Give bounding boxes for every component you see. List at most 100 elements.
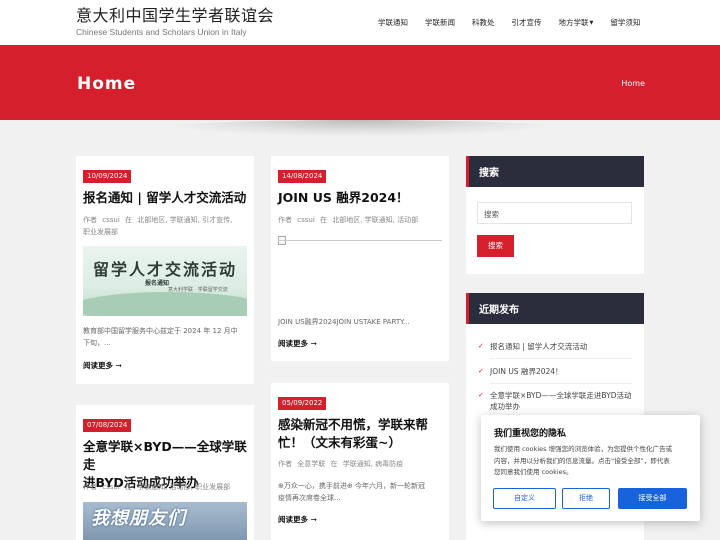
recent-post-label: 报名通知 | 留学人才交流活动 <box>490 342 588 351</box>
nav-item-local[interactable]: 地方学联▼ <box>559 17 594 28</box>
thumb-hill <box>83 292 247 316</box>
check-icon: ✓ <box>478 367 484 375</box>
post-date-badge: 07/08/2024 <box>83 419 132 432</box>
post-title[interactable]: 报名通知 | 留学人才交流活动 <box>83 189 253 207</box>
widget-heading: 搜索 <box>466 156 644 187</box>
read-more-link[interactable]: 阅读更多 ➞ <box>83 360 122 371</box>
check-icon: ✓ <box>478 391 484 399</box>
site-subtitle: Chinese Students and Scholars Union in I… <box>76 27 247 37</box>
read-more-label: 阅读更多 <box>278 515 308 524</box>
post-excerpt: 教育部中国留学服务中心兹定于 2024 年 12 月中 下旬，... <box>83 325 251 349</box>
post-date-badge: 14/08/2024 <box>278 170 327 183</box>
search-widget: 搜索 搜索 搜索 <box>466 156 644 274</box>
page-title: Home <box>77 74 137 94</box>
site-header: 意大利中国学生学者联谊会 Chinese Students and Schola… <box>0 0 720 45</box>
widget-heading-label: 搜索 <box>479 168 499 179</box>
meta-author-label: 作者 <box>83 216 97 224</box>
post-card-1: 10/09/2024 报名通知 | 留学人才交流活动 作者 cssui 在 北部… <box>76 156 254 384</box>
meta-in-label: 在 <box>320 216 327 224</box>
thumb-title: 留学人才交流活动 <box>93 260 238 279</box>
excerpt-line-1: ⊕万众一心，携手前进⊕ 今年六月，新一轮新冠 <box>278 482 425 490</box>
read-more-label: 阅读更多 <box>278 339 308 348</box>
site-brand[interactable]: 意大利中国学生学者联谊会 Chinese Students and Schola… <box>76 6 274 37</box>
cookie-consent-dialog: 我们重视您的隐私 我们使用 cookies 增强您的浏览体验，为您提供个性化广告… <box>481 415 700 521</box>
nav-item-study[interactable]: 留学须知 <box>610 17 640 28</box>
post-meta: 作者 cssui 在 学联通知, 活动部, 职业发展部 <box>83 481 251 493</box>
meta-author[interactable]: cssui <box>102 216 120 224</box>
widget-heading-label: 近期发布 <box>479 305 519 316</box>
caret-down-icon: ▼ <box>589 20 594 26</box>
meta-categories[interactable]: 北部地区, 学联通知, 引才宣传, <box>137 216 232 224</box>
cookie-text-line-3: 您同意我们使用 cookies。 <box>494 468 573 476</box>
meta-author-label: 作者 <box>278 460 292 468</box>
main-nav: 学联通知 学联新闻 科教处 引才宣传 地方学联▼ 留学须知 <box>378 17 657 28</box>
meta-categories[interactable]: 学联通知, 病毒防疫 <box>343 460 403 468</box>
post-card-4: 05/09/2022 感染新冠不用慌，学联来帮 忙！（文末有彩蛋~） 作者 全意… <box>271 383 449 540</box>
cookie-customize-button[interactable]: 自定义 <box>493 488 556 509</box>
meta-in-label: 在 <box>330 460 338 468</box>
post-card-2: 14/08/2024 JOIN US 融界2024！ 作者 cssui 在 北部… <box>271 156 449 361</box>
thumb-title: 我想朋友们 <box>91 508 186 529</box>
cookie-text-line-2: 内容，并用以分析我们的信息流量。点击“接受全部”，即代表 <box>494 456 670 465</box>
post-card-3: 07/08/2024 全意学联×BYD——全球学联走 进BYD活动成功举办 作者… <box>76 405 254 540</box>
arrow-right-icon: ➞ <box>310 339 317 348</box>
nav-item-talent[interactable]: 引才宣传 <box>512 17 542 28</box>
post-meta: 作者 cssui 在 北部地区, 学联通知, 引才宣传, 职业发展部 <box>83 214 251 238</box>
nav-item-education[interactable]: 科教处 <box>472 17 495 28</box>
meta-author[interactable]: 全意学联 <box>297 460 325 468</box>
meta-author[interactable]: cssui <box>102 483 120 491</box>
widget-heading: 近期发布 <box>466 293 644 324</box>
page-hero: Home Home <box>0 45 720 120</box>
meta-categories-cont[interactable]: 职业发展部 <box>83 228 118 236</box>
post-meta: 作者 全意学联 在 学联通知, 病毒防疫 <box>278 458 446 470</box>
post-title-line-2: 忙！（文末有彩蛋~） <box>278 435 401 450</box>
read-more-label: 阅读更多 <box>83 361 113 370</box>
meta-author[interactable]: cssui <box>297 216 315 224</box>
arrow-right-icon: ➞ <box>310 515 317 524</box>
post-thumbnail[interactable]: 我想朋友们 <box>83 502 247 540</box>
post-title[interactable]: JOIN US 融界2024！ <box>278 189 448 207</box>
recent-post-item[interactable]: ✓ 报名通知 | 留学人才交流活动 <box>478 341 632 359</box>
post-date-badge: 05/09/2022 <box>278 397 327 410</box>
read-more-link[interactable]: 阅读更多 ➞ <box>278 338 317 349</box>
recent-post-item[interactable]: ✓ JOIN US 融界2024！ <box>478 366 632 384</box>
cookie-title: 我们重视您的隐私 <box>494 429 567 439</box>
nav-item-news[interactable]: 学联新闻 <box>425 17 455 28</box>
post-title[interactable]: 感染新冠不用慌，学联来帮 忙！（文末有彩蛋~） <box>278 416 450 452</box>
meta-author-label: 作者 <box>278 216 292 224</box>
excerpt-line-2: 疫情再次席卷全球... <box>278 494 341 502</box>
meta-in-label: 在 <box>125 483 132 491</box>
search-button[interactable]: 搜索 <box>477 235 514 257</box>
post-date-badge: 10/09/2024 <box>83 170 132 183</box>
post-title-line-1: 感染新冠不用慌，学联来帮 <box>278 417 429 432</box>
post-meta: 作者 cssui 在 北部地区, 学联通知, 活动部 <box>278 214 446 226</box>
cookie-text-line-1: 我们使用 cookies 增强您的浏览体验，为您提供个性化广告或 <box>494 445 673 453</box>
site-title[interactable]: 意大利中国学生学者联谊会 <box>76 6 274 26</box>
recent-post-label: 全意学联×BYD——全球学联走进BYD活动成功举办 <box>490 391 632 411</box>
nav-item-notices[interactable]: 学联通知 <box>378 17 408 28</box>
post-thumbnail[interactable]: 留学人才交流活动 报名通知 意大利学联 · 学联留学交流 <box>83 246 247 316</box>
check-icon: ✓ <box>478 342 484 350</box>
nav-item-local-label: 地方学联 <box>558 18 589 27</box>
meta-categories[interactable]: 学联通知, 活动部, 职业发展部 <box>137 483 230 491</box>
post-title-line-1: 全意学联×BYD——全球学联走 <box>83 439 247 472</box>
post-excerpt: JOIN US融界2024JOIN USTAKE PARTY... <box>278 318 410 326</box>
excerpt-line-2: 下旬，... <box>83 339 111 347</box>
cookie-accept-all-button[interactable]: 接受全部 <box>618 488 687 509</box>
broken-image-frame[interactable] <box>278 240 442 241</box>
arrow-right-icon: ➞ <box>115 361 122 370</box>
cookie-description: 我们使用 cookies 增强您的浏览体验，为您提供个性化广告或 内容，并用以分… <box>494 444 689 479</box>
search-input[interactable]: 搜索 <box>477 202 632 224</box>
meta-in-label: 在 <box>125 216 132 224</box>
meta-author-label: 作者 <box>83 483 97 491</box>
hero-shadow <box>160 120 560 136</box>
thumb-subtitle: 报名通知 <box>145 280 170 287</box>
thumb-logo: 意大利学联 · 学联留学交流 <box>168 287 228 293</box>
excerpt-line-1: 教育部中国留学服务中心兹定于 2024 年 12 月中 <box>83 327 238 335</box>
breadcrumb[interactable]: Home <box>621 79 645 88</box>
read-more-link[interactable]: 阅读更多 ➞ <box>278 514 317 525</box>
recent-post-label: JOIN US 融界2024！ <box>490 367 563 376</box>
post-excerpt: ⊕万众一心，携手前进⊕ 今年六月，新一轮新冠 疫情再次席卷全球... <box>278 480 446 504</box>
meta-categories[interactable]: 北部地区, 学联通知, 活动部 <box>332 216 418 224</box>
cookie-reject-button[interactable]: 拒绝 <box>562 488 610 509</box>
